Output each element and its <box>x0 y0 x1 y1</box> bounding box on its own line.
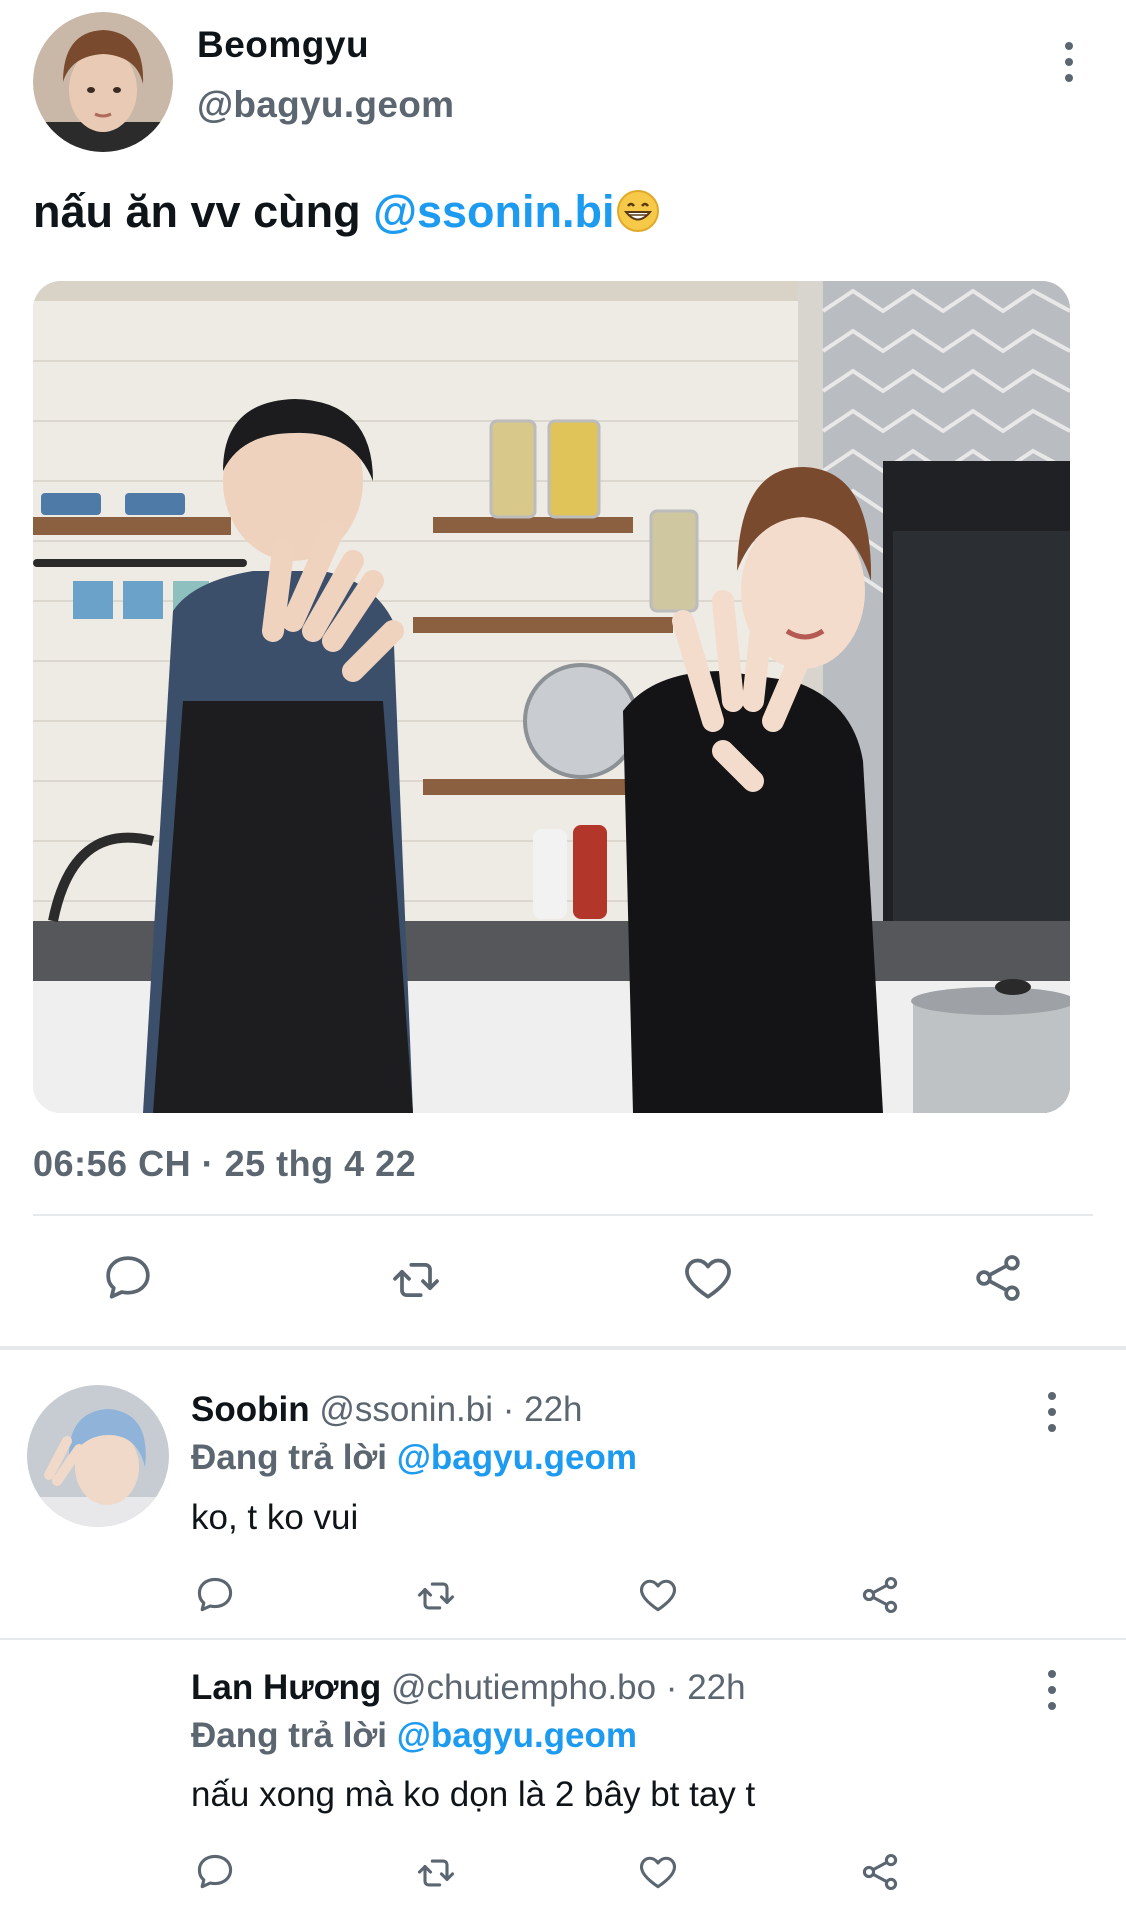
like-icon[interactable] <box>680 1250 736 1306</box>
reply-divider <box>0 1638 1126 1640</box>
reply-icon[interactable] <box>193 1573 237 1617</box>
replying-to-line: Đang trả lời @bagyu.geom <box>191 1716 637 1756</box>
replying-to-handle[interactable]: @bagyu.geom <box>397 1438 637 1477</box>
retweet-icon[interactable] <box>388 1252 444 1308</box>
author-handle[interactable]: @bagyu.geom <box>197 84 454 126</box>
divider <box>33 1214 1093 1216</box>
reply-author-line: Soobin @ssonin.bi · 22h <box>191 1390 583 1430</box>
tweet-media-photo[interactable] <box>33 281 1070 1113</box>
retweet-icon[interactable] <box>414 1851 458 1895</box>
reply-author-meta: @chutiempho.bo · 22h <box>390 1668 746 1707</box>
reply-avatar[interactable] <box>27 1385 169 1527</box>
reply-text: ko, t ko vui <box>191 1498 359 1537</box>
replying-to-line: Đang trả lời @bagyu.geom <box>191 1438 637 1478</box>
tweet-text: nấu ăn vv cùng @ssonin.bi <box>33 186 660 238</box>
reply-icon[interactable] <box>193 1850 237 1894</box>
reply-more-options-icon[interactable] <box>1045 1670 1059 1710</box>
reply-author-name[interactable]: Lan Hương <box>191 1668 381 1707</box>
retweet-icon[interactable] <box>414 1574 458 1618</box>
author-avatar[interactable] <box>33 12 173 152</box>
reply-icon[interactable] <box>100 1250 156 1306</box>
author-name[interactable]: Beomgyu <box>197 24 369 66</box>
tweet-timestamp[interactable]: 06:56 CH · 25 thg 4 22 <box>33 1143 416 1185</box>
share-icon[interactable] <box>858 1850 902 1894</box>
mention-link[interactable]: @ssonin.bi <box>373 186 614 237</box>
share-icon[interactable] <box>970 1250 1026 1306</box>
replying-to-label: Đang trả lời <box>191 1716 397 1755</box>
reply-text: nấu xong mà ko dọn là 2 bây bt tay t <box>191 1775 756 1814</box>
tweet-text-body: nấu ăn vv cùng <box>33 186 374 237</box>
grinning-face-emoji-icon <box>616 189 660 233</box>
more-options-icon[interactable] <box>1062 42 1076 82</box>
replying-to-handle[interactable]: @bagyu.geom <box>397 1716 637 1755</box>
reply-more-options-icon[interactable] <box>1045 1392 1059 1432</box>
share-icon[interactable] <box>858 1573 902 1617</box>
reply-author-name[interactable]: Soobin <box>191 1390 310 1429</box>
like-icon[interactable] <box>636 1573 680 1617</box>
reply-author-line: Lan Hương @chutiempho.bo · 22h <box>191 1668 746 1708</box>
like-icon[interactable] <box>636 1850 680 1894</box>
section-divider <box>0 1346 1126 1350</box>
replying-to-label: Đang trả lời <box>191 1438 397 1477</box>
reply-author-meta: @ssonin.bi · 22h <box>319 1390 583 1429</box>
